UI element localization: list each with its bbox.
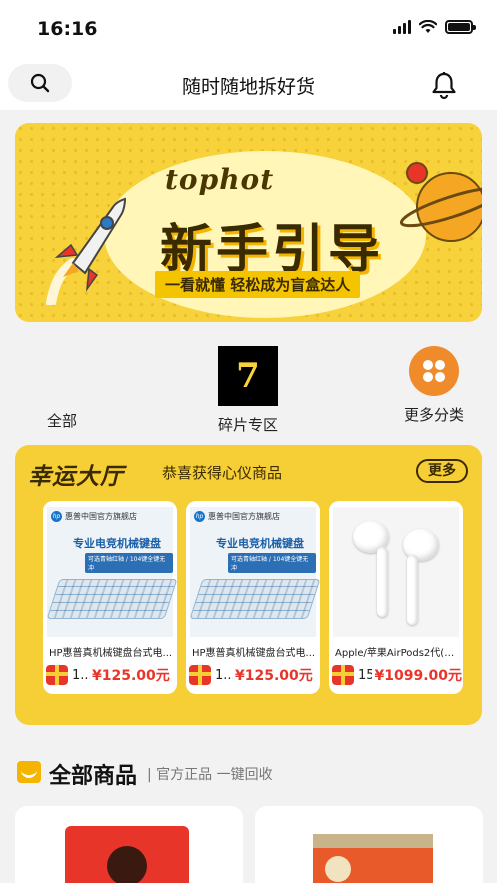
banner-brand: tophot bbox=[165, 163, 275, 196]
category-more[interactable]: 更多分类 bbox=[374, 340, 494, 425]
lucky-item-card[interactable]: hp 惠普中国官方旗舰店 专业电竞机械键盘 可选青轴红轴 / 104键全键无冲 H… bbox=[43, 501, 177, 694]
lucky-hall-section: 幸运大厅 恭喜获得心仪商品 更多 hp 惠普中国官方旗舰店 专业电竞机械键盘 可选… bbox=[15, 445, 482, 725]
keyboard-graphic bbox=[189, 579, 320, 619]
lucky-hall-subtitle: 恭喜获得心仪商品 bbox=[162, 464, 283, 482]
gift-box-icon bbox=[189, 665, 211, 685]
goods-card[interactable] bbox=[255, 806, 483, 883]
lucky-hall-title: 幸运大厅 bbox=[28, 464, 124, 490]
goods-card[interactable] bbox=[15, 806, 243, 883]
product-price: ¥1099.00元 bbox=[374, 668, 462, 684]
battery-icon bbox=[445, 20, 476, 34]
lucky-hall-list: hp 惠普中国官方旗舰店 专业电竞机械键盘 可选青轴红轴 / 104键全键无冲 H… bbox=[15, 501, 482, 694]
product-image bbox=[333, 507, 459, 637]
snack-bag-image bbox=[65, 826, 189, 883]
guide-banner[interactable]: tophot 新手引导 一看就懂 轻松成为盲盒达人 bbox=[15, 123, 482, 322]
crown-icon bbox=[17, 761, 41, 783]
wifi-icon bbox=[419, 20, 437, 33]
all-goods-title: 全部商品 bbox=[49, 764, 138, 789]
bell-icon[interactable] bbox=[429, 70, 459, 100]
cellular-signal-icon bbox=[393, 20, 411, 34]
banner-subtitle: 一看就懂 轻松成为盲盒达人 bbox=[155, 271, 361, 298]
more-categories-icon bbox=[409, 346, 459, 396]
product-image: hp 惠普中国官方旗舰店 专业电竞机械键盘 可选青轴红轴 / 104键全键无冲 bbox=[189, 507, 320, 637]
product-price: ¥125.00元 bbox=[92, 668, 170, 684]
lucky-item-card[interactable]: Apple/苹果AirPods2代(配... 15 ¥1099.00元 bbox=[329, 501, 463, 694]
product-name: HP惠普真机械键盘台式电... bbox=[49, 648, 173, 659]
planet-illustration bbox=[399, 162, 482, 242]
product-name: Apple/苹果AirPods2代(配... bbox=[335, 648, 459, 659]
category-label: 碎片专区 bbox=[217, 416, 278, 434]
gift-box-icon bbox=[46, 665, 68, 685]
rocket-illustration bbox=[46, 197, 127, 305]
goods-grid bbox=[0, 806, 497, 883]
lucky-item-card[interactable]: hp 惠普中国官方旗舰店 专业电竞机械键盘 可选青轴红轴 / 104键全键无冲 H… bbox=[186, 501, 320, 694]
keyboard-graphic bbox=[46, 579, 177, 619]
product-name: HP惠普真机械键盘台式电... bbox=[192, 648, 316, 659]
category-all[interactable]: 全部 bbox=[2, 340, 122, 431]
gift-box-icon bbox=[332, 665, 354, 685]
status-bar: 16:16 bbox=[0, 0, 497, 58]
fragment-badge-icon: 7 bbox=[218, 346, 278, 406]
category-label: 全部 bbox=[46, 412, 77, 430]
status-icons bbox=[393, 20, 476, 34]
category-label: 更多分类 bbox=[403, 406, 464, 424]
hp-logo-icon: hp bbox=[51, 511, 62, 522]
all-goods-subtitle: | 官方正品 一键回收 bbox=[147, 767, 273, 783]
hp-logo-icon: hp bbox=[194, 511, 205, 522]
product-count: 1... bbox=[72, 667, 90, 683]
category-fragments[interactable]: 7 碎片专区 bbox=[188, 340, 308, 435]
product-image: hp 惠普中国官方旗舰店 专业电竞机械键盘 可选青轴红轴 / 104键全键无冲 bbox=[46, 507, 177, 637]
lucky-hall-more-button[interactable]: 更多 bbox=[416, 459, 468, 483]
gift-box-image bbox=[313, 834, 433, 883]
product-count: 15 bbox=[358, 667, 373, 683]
product-count: 1... bbox=[215, 667, 233, 683]
category-bar: 全部 7 碎片专区 更多分类 bbox=[0, 340, 497, 435]
page-title: 随时随地拆好货 bbox=[181, 76, 315, 98]
app-header: 随时随地拆好货 bbox=[0, 58, 497, 110]
status-time: 16:16 bbox=[37, 18, 98, 40]
product-price: ¥125.00元 bbox=[235, 668, 313, 684]
all-goods-header: 全部商品 | 官方正品 一键回收 bbox=[15, 758, 482, 789]
